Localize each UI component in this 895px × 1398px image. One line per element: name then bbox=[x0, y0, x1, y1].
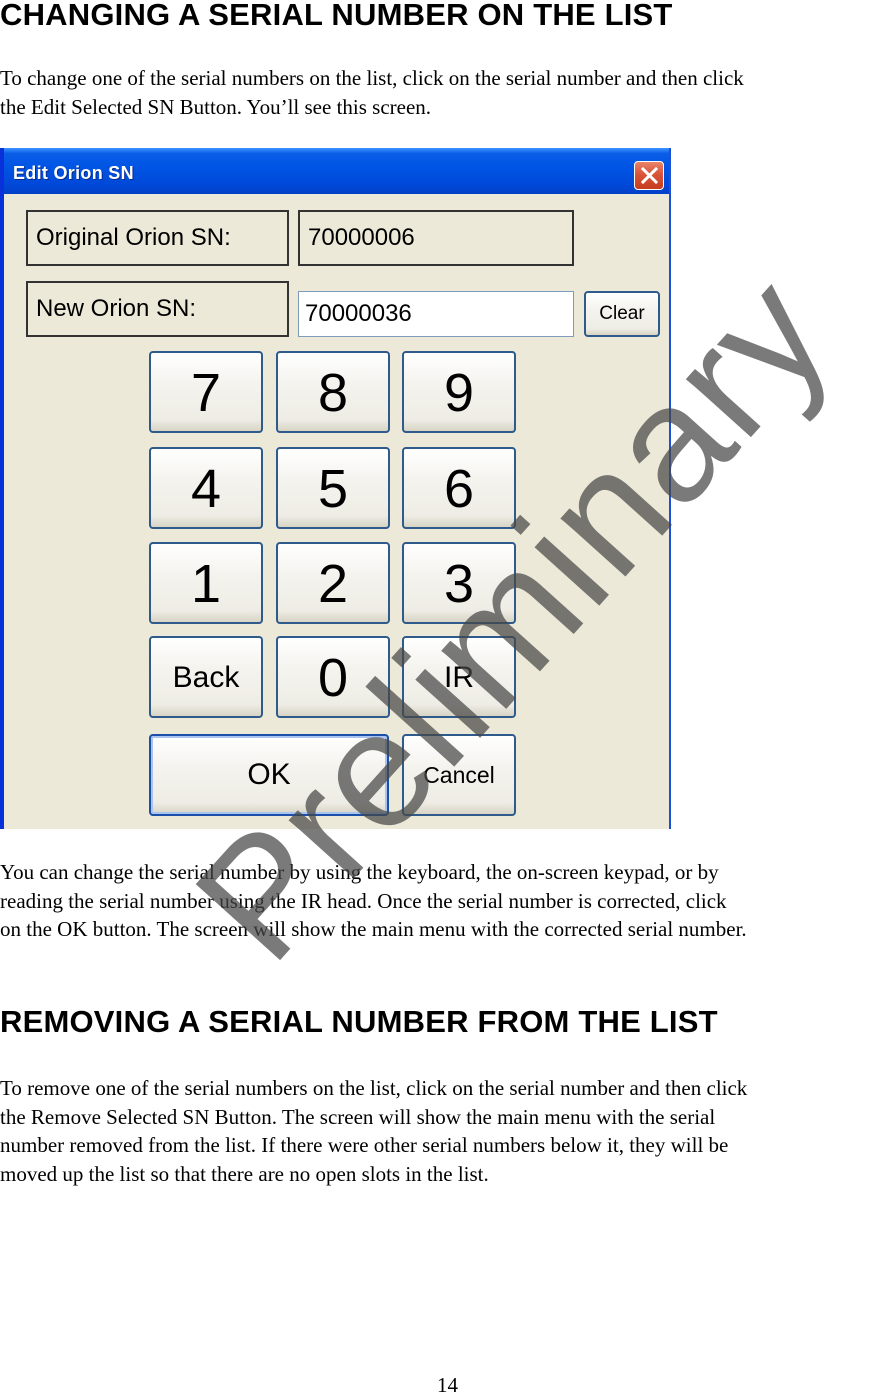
paragraph-remove-instructions: To remove one of the serial numbers on t… bbox=[0, 1076, 748, 1186]
new-sn-label: New Orion SN: bbox=[26, 281, 289, 337]
key-2[interactable]: 2 bbox=[276, 542, 390, 624]
key-3[interactable]: 3 bbox=[402, 542, 516, 624]
new-sn-input[interactable]: 70000036 bbox=[298, 291, 574, 337]
page-number: 14 bbox=[437, 1373, 458, 1397]
key-6[interactable]: 6 bbox=[402, 447, 516, 529]
key-1[interactable]: 1 bbox=[149, 542, 263, 624]
cancel-button[interactable]: Cancel bbox=[402, 734, 516, 816]
dialog-titlebar[interactable]: Edit Orion SN bbox=[4, 148, 669, 194]
key-4[interactable]: 4 bbox=[149, 447, 263, 529]
original-sn-value: 70000006 bbox=[298, 210, 574, 266]
original-sn-label: Original Orion SN: bbox=[26, 210, 289, 266]
edit-orion-sn-dialog: Edit Orion SN Original Orion SN: 7000000… bbox=[0, 148, 671, 829]
back-button[interactable]: Back bbox=[149, 636, 263, 718]
paragraph-change-intro: To change one of the serial numbers on t… bbox=[0, 66, 744, 119]
heading-changing-serial-number: CHANGING A SERIAL NUMBER ON THE LIST bbox=[0, 0, 673, 32]
ok-button[interactable]: OK bbox=[149, 734, 389, 816]
key-9[interactable]: 9 bbox=[402, 351, 516, 433]
key-0[interactable]: 0 bbox=[276, 636, 390, 718]
close-x-icon bbox=[641, 167, 658, 184]
ir-button[interactable]: IR bbox=[402, 636, 516, 718]
key-5[interactable]: 5 bbox=[276, 447, 390, 529]
dialog-title: Edit Orion SN bbox=[13, 163, 134, 183]
close-button[interactable] bbox=[634, 161, 664, 190]
paragraph-change-instructions: You can change the serial number by usin… bbox=[0, 860, 747, 941]
heading-removing-serial-number: REMOVING A SERIAL NUMBER FROM THE LIST bbox=[0, 1004, 718, 1039]
clear-button[interactable]: Clear bbox=[584, 291, 660, 337]
key-8[interactable]: 8 bbox=[276, 351, 390, 433]
key-7[interactable]: 7 bbox=[149, 351, 263, 433]
